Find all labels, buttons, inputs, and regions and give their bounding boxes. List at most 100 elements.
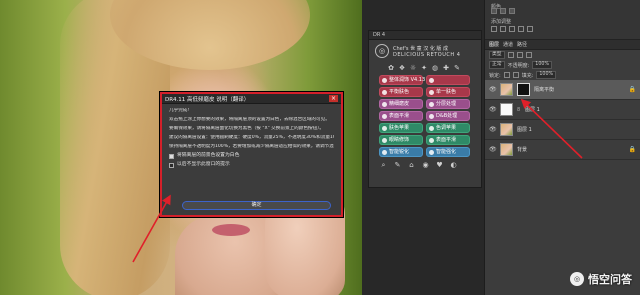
dr4-button[interactable]: 单一肤色 (426, 87, 470, 97)
button-dot-icon (429, 77, 434, 83)
mask-thumbnail[interactable] (517, 83, 530, 96)
checkbox-row-dont-show[interactable]: 以后不显示此窗口的提示 (169, 162, 334, 168)
ok-button[interactable]: 确定 (182, 201, 331, 210)
sparkle-icon[interactable]: ✦ (420, 64, 428, 72)
curves-icon[interactable] (509, 26, 515, 32)
instruction-dialog: DR4.11 高低频磨皮 说明（翻译） × 几乎完成! 双击拖上涂上你想要的效果… (160, 92, 343, 217)
swatch[interactable] (491, 8, 497, 14)
checkbox-row-white-foreground[interactable]: 将隔离层的前景色设置为白色 (169, 153, 334, 159)
dr4-logo-icon: ◎ (375, 44, 389, 58)
button-dot-icon (429, 149, 434, 155)
home-icon[interactable]: ⌂ (407, 161, 416, 170)
kind-select[interactable]: 类型 (489, 51, 505, 59)
layer-name: 图层 1 (517, 127, 532, 133)
layer-row[interactable]: 👁 8 图层 1 (485, 100, 640, 120)
layer-row[interactable]: 👁 图层 1 (485, 120, 640, 140)
eye-icon[interactable]: 👁 (489, 146, 497, 153)
button-dot-icon (429, 101, 434, 107)
white-foreground-checkbox[interactable] (169, 153, 174, 159)
target-icon[interactable]: ◉ (421, 161, 430, 170)
filter-row: 类型 (485, 50, 640, 60)
lock-icon: 🔒 (628, 86, 636, 93)
levels-icon[interactable] (500, 26, 506, 32)
eye-icon[interactable]: 👁 (489, 86, 497, 93)
dialog-titlebar[interactable]: DR4.11 高低频磨皮 说明（翻译） × (162, 94, 341, 104)
opacity-input[interactable]: 100% (532, 61, 553, 69)
close-button[interactable]: × (329, 95, 338, 102)
opacity-label: 不透明度: (507, 62, 530, 69)
filter-icon[interactable] (507, 52, 514, 58)
dr4-brand-line1: Chef's 世 童 汉 化 版 成 (393, 45, 449, 52)
dr4-button[interactable]: 整体润饰 V4.13 (379, 75, 425, 85)
dialog-paragraph: 建议的隔离层设置：使用圆刷硬度：硬度0%，流量25%，不透明度30%和流量10%… (169, 135, 334, 140)
layer-thumbnail (500, 123, 513, 136)
dr4-button[interactable]: 智能强化 (426, 147, 470, 157)
exposure-icon[interactable] (518, 26, 524, 32)
dr4-bottom-icons: ⌕ ✎ ⌂ ◉ ♥ ◐ (369, 157, 481, 170)
button-dot-icon (382, 137, 387, 143)
search-icon[interactable]: ⌕ (379, 161, 388, 170)
dr4-button[interactable]: 眼睛修饰 (379, 135, 423, 145)
pencil-icon[interactable]: ✎ (453, 64, 461, 72)
diamond-icon[interactable]: ❖ (398, 64, 406, 72)
layer-name: 图层 1 (525, 107, 540, 113)
dr4-button[interactable]: 表面平滑 (379, 111, 423, 121)
eye-icon[interactable]: 👁 (489, 126, 497, 133)
eye-icon[interactable]: 👁 (489, 106, 497, 113)
layer-thumbnail (500, 103, 513, 116)
heart-icon[interactable]: ♥ (435, 161, 444, 170)
dialog-paragraph: 要确保效果，请将隔离层面化切换为黑色（按 "X" 交换前景上的颜色按钮）。 (169, 126, 324, 131)
checkbox-label: 以后不显示此窗口的提示 (177, 162, 230, 167)
layer-row[interactable]: 👁 隔离平衡 🔒 (485, 80, 640, 100)
flower-icon[interactable]: ✿ (387, 64, 395, 72)
layer-name: 背景 (517, 147, 528, 153)
layer-row[interactable]: 👁 背景 🔒 (485, 140, 640, 160)
lock-pixels-icon[interactable] (503, 72, 510, 78)
lock-label: 锁定: (489, 72, 501, 79)
layer-name: 隔离平衡 (534, 87, 555, 93)
plus-icon[interactable]: ✚ (442, 64, 450, 72)
dr4-brand-line2: DELICIOUS RETOUCH 4 (393, 51, 461, 58)
link-icon: 8 (517, 106, 521, 113)
fill-input[interactable]: 100% (536, 71, 557, 79)
dialog-paragraph: 双击拖上涂上你想要的效果，将隔离层顶的设置为白色，去除混合区域的可见。 (169, 117, 330, 122)
dr4-button[interactable]: 肤色苹果 (379, 123, 423, 133)
vibrance-icon[interactable] (527, 26, 533, 32)
dr4-button[interactable]: 精细磨皮 (379, 99, 423, 109)
dr4-tab[interactable]: DR 4 (369, 31, 481, 40)
swatch[interactable] (500, 8, 506, 14)
lock-position-icon[interactable] (512, 72, 519, 78)
sun-icon[interactable]: ☼ (409, 64, 417, 72)
tab-paths[interactable]: 路径 (517, 40, 527, 49)
filter-icon[interactable] (525, 52, 532, 58)
tab-layers[interactable]: 图层 (489, 40, 499, 49)
filter-icon[interactable] (516, 52, 523, 58)
dr4-button[interactable] (426, 75, 470, 85)
button-dot-icon (382, 113, 387, 119)
brightness-icon[interactable] (491, 26, 497, 32)
button-dot-icon (429, 125, 434, 131)
dr4-button[interactable]: 平衡肤色 (379, 87, 423, 97)
half-circle-icon[interactable]: ◐ (449, 161, 458, 170)
button-dot-icon (382, 89, 387, 95)
dialog-paragraph: 几乎完成! (169, 108, 190, 113)
dont-show-checkbox[interactable] (169, 162, 174, 168)
dr4-button[interactable]: 色调苹果 (426, 123, 470, 133)
dr4-button[interactable]: 表面平滑 (426, 135, 470, 145)
swatch[interactable] (509, 8, 515, 14)
dr4-button[interactable]: D&B处理 (426, 111, 470, 121)
adjustments-strip: 颜色 添加调整 (485, 0, 640, 40)
tab-channels[interactable]: 通道 (503, 40, 513, 49)
button-dot-icon (429, 113, 434, 119)
fill-label: 填充: (521, 72, 534, 79)
dialog-body: 几乎完成! 双击拖上涂上你想要的效果，将隔离层顶的设置为白色，去除混合区域的可见… (162, 104, 341, 172)
button-dot-icon (382, 77, 387, 83)
pencil-icon[interactable]: ✎ (393, 161, 402, 170)
blend-mode-select[interactable]: 正常 (489, 61, 505, 69)
dr4-button[interactable]: 智能锐化 (379, 147, 423, 157)
adjustments-title: 添加调整 (491, 19, 512, 25)
dr4-button[interactable]: 分层处理 (426, 99, 470, 109)
dr4-brand: ◎ Chef's 世 童 汉 化 版 成 DELICIOUS RETOUCH 4 (369, 40, 481, 62)
layers-panel: 颜色 添加调整 图层 通道 路径 类型 正常 不透明度: 100% 锁定: 填充… (484, 0, 640, 295)
circle-icon[interactable]: ◍ (431, 64, 439, 72)
